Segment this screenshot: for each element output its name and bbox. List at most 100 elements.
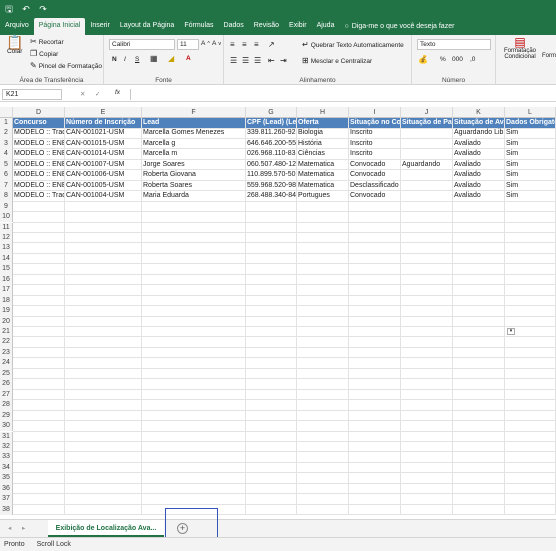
tab-layout[interactable]: Layout da Página	[115, 18, 180, 35]
table-cell[interactable]: Sim	[505, 149, 556, 160]
header-cell[interactable]: Dados Obrigató	[505, 118, 556, 129]
tab-inserir[interactable]: Inserir	[85, 18, 114, 35]
font-name-select[interactable]: Calibri	[109, 39, 175, 50]
table-cell[interactable]: Matematica	[297, 170, 349, 181]
format-as-table-button[interactable]: Form	[542, 53, 556, 59]
row-header[interactable]: 28	[0, 400, 13, 411]
row-header[interactable]: 4	[0, 149, 13, 160]
table-cell[interactable]: Avaliado	[453, 149, 505, 160]
table-cell[interactable]	[401, 138, 453, 150]
table-cell[interactable]: Inscrito	[349, 149, 401, 160]
redo-icon[interactable]: ↷	[37, 3, 49, 15]
table-cell[interactable]: MODELO :: ENEI	[13, 159, 65, 171]
row-header[interactable]: 22	[0, 337, 13, 348]
tab-pagina-inicial[interactable]: Página Inicial	[33, 18, 86, 35]
row-header[interactable]: 10	[0, 212, 13, 223]
table-cell[interactable]: Convocado	[349, 191, 401, 202]
align-middle-icon[interactable]: ≡	[242, 41, 247, 49]
format-painter-button[interactable]: ✎ Pincel de Formatação	[30, 62, 102, 70]
header-cell[interactable]: Situação de Ava	[453, 118, 505, 129]
table-cell[interactable]: MODELO :: Trad	[13, 191, 65, 202]
table-cell[interactable]: 110.899.570-50	[246, 170, 297, 181]
fx-icon[interactable]: fx	[115, 89, 120, 96]
table-cell[interactable]: 559.968.520-98	[246, 180, 297, 192]
table-cell[interactable]: Marcella g	[142, 138, 246, 150]
row-header[interactable]: 27	[0, 389, 13, 401]
table-cell[interactable]: Marcella m	[142, 149, 246, 160]
decrease-indent-icon[interactable]: ⇤	[268, 57, 275, 65]
orientation-icon[interactable]: ↗	[268, 41, 275, 49]
table-cell[interactable]: Sim	[505, 170, 556, 181]
column-header-e[interactable]: E	[65, 107, 142, 118]
table-cell[interactable]: 060.507.480-12	[246, 159, 297, 171]
table-cell[interactable]: Sim	[505, 191, 556, 202]
table-cell[interactable]: 646.646.200-55	[246, 138, 297, 150]
table-cell[interactable]: Jorge Soares	[142, 159, 246, 171]
row-header[interactable]: 2	[0, 128, 13, 139]
row-header[interactable]: 36	[0, 483, 13, 495]
select-all-corner[interactable]	[0, 107, 13, 118]
row-header[interactable]: 20	[0, 316, 13, 327]
row-header[interactable]: 33	[0, 452, 13, 463]
table-cell[interactable]: Sim	[505, 128, 556, 139]
align-left-icon[interactable]: ☰	[230, 57, 237, 65]
table-cell[interactable]: Roberta Soares	[142, 180, 246, 192]
row-header[interactable]: 19	[0, 306, 13, 317]
row-header[interactable]: 25	[0, 368, 13, 380]
row-header[interactable]: 17	[0, 285, 13, 296]
header-cell[interactable]: CPF (Lead) (Lea	[246, 118, 297, 129]
table-cell[interactable]: CAN-001021-USM	[65, 128, 142, 139]
tab-ajuda[interactable]: Ajuda	[312, 18, 340, 35]
row-header[interactable]: 24	[0, 358, 13, 369]
header-cell[interactable]: Concurso	[13, 118, 65, 129]
column-header-l[interactable]: L	[505, 107, 556, 118]
tab-formulas[interactable]: Fórmulas	[179, 18, 218, 35]
table-cell[interactable]: Matematica	[297, 180, 349, 192]
row-header[interactable]: 9	[0, 201, 13, 213]
table-cell[interactable]: História	[297, 138, 349, 150]
table-cell[interactable]: CAN-001007-USM	[65, 159, 142, 171]
table-cell[interactable]	[401, 170, 453, 181]
column-header-k[interactable]: K	[453, 107, 505, 118]
table-cell[interactable]: Avaliado	[453, 138, 505, 150]
table-cell[interactable]: Avaliado	[453, 170, 505, 181]
column-header-g[interactable]: G	[246, 107, 297, 118]
row-header[interactable]: 31	[0, 431, 13, 442]
row-header[interactable]: 15	[0, 264, 13, 275]
align-center-icon[interactable]: ☰	[242, 57, 249, 65]
italic-button[interactable]: I	[124, 56, 126, 63]
row-header[interactable]: 26	[0, 379, 13, 390]
table-cell[interactable]: Marcella Gomes Menezes	[142, 128, 246, 139]
align-top-icon[interactable]: ≡	[230, 41, 235, 49]
scroll-left-icon[interactable]: ◂	[8, 524, 11, 532]
scroll-right-icon[interactable]: ▸	[22, 524, 25, 532]
table-cell[interactable]: Ciências	[297, 149, 349, 160]
table-cell[interactable]: Maria Eduarda	[142, 191, 246, 202]
column-header-f[interactable]: F	[142, 107, 246, 118]
table-cell[interactable]: 268.488.340-84	[246, 191, 297, 202]
table-cell[interactable]: CAN-001004-USM	[65, 191, 142, 202]
column-header-j[interactable]: J	[401, 107, 453, 118]
table-cell[interactable]: Avaliado	[453, 180, 505, 192]
align-bottom-icon[interactable]: ≡	[254, 41, 259, 49]
sheet-tab[interactable]: Exibição de Localização Ava...	[48, 520, 164, 537]
table-cell[interactable]: CAN-001006-USM	[65, 170, 142, 181]
table-cell[interactable]: MODELO :: Trad	[13, 128, 65, 139]
row-header[interactable]: 6	[0, 170, 13, 181]
font-color-icon[interactable]: A	[186, 55, 191, 62]
number-format-select[interactable]: Texto	[417, 39, 491, 50]
row-header[interactable]: 18	[0, 295, 13, 307]
row-header[interactable]: 29	[0, 410, 13, 422]
row-header[interactable]: 16	[0, 274, 13, 286]
row-header[interactable]: 32	[0, 441, 13, 453]
increase-indent-icon[interactable]: ⇥	[280, 57, 287, 65]
table-cell[interactable]: Sim	[505, 180, 556, 192]
name-box[interactable]: K21	[2, 89, 62, 100]
row-header[interactable]: 37	[0, 494, 13, 505]
font-grow-icon[interactable]: A ^	[201, 40, 210, 47]
currency-icon[interactable]: 💰	[418, 56, 428, 64]
table-cell[interactable]: Aguardando	[401, 159, 453, 171]
table-cell[interactable]: Aguardando Lib	[453, 128, 505, 139]
table-cell[interactable]: Avaliado	[453, 159, 505, 171]
row-header[interactable]: 34	[0, 462, 13, 474]
